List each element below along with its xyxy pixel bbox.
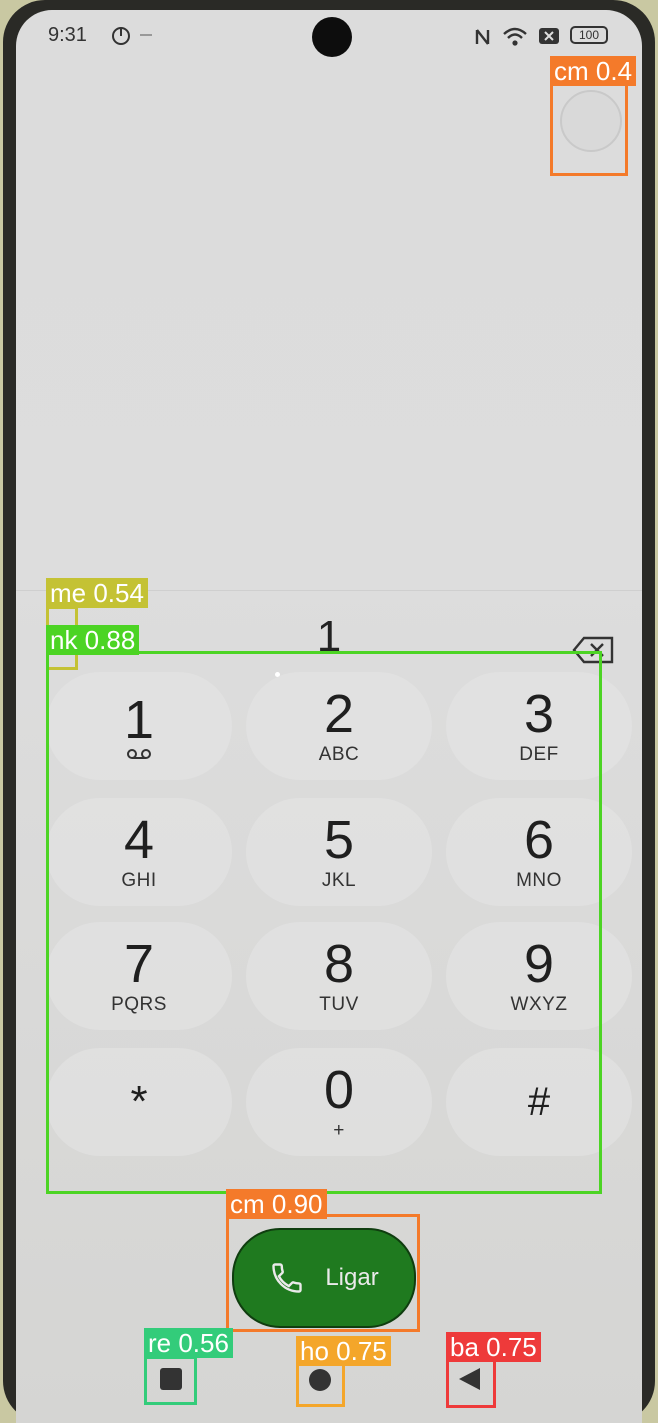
overlay-box-ho [296,1362,345,1407]
overlay-box-re [144,1356,197,1405]
overlay-box-ba [446,1358,496,1408]
overlay-tag-nk: nk 0.88 [46,625,140,655]
nfc-icon [475,29,490,45]
front-camera [312,17,352,57]
overlay-tag-me: me 0.54 [46,578,148,608]
sim-off-icon [539,28,559,44]
overlay-tag-re: re 0.56 [144,1328,233,1358]
overlay-tag-ba: ba 0.75 [446,1332,541,1362]
battery-level: 100 [578,28,600,42]
overlay-tag-cm-call: cm 0.90 [226,1189,327,1219]
status-time: 9:31 [48,24,87,46]
overlay-box-cm-call [226,1214,420,1332]
battery-icon: 100 [570,26,608,44]
wifi-icon [503,27,527,46]
overlay-box-cm-top [550,82,628,176]
overlay-tag-ho: ho 0.75 [296,1336,391,1366]
dash-icon [140,34,152,36]
gauge-icon [112,27,130,45]
overlay-tag-cm-top: cm 0.4 [550,56,637,86]
overlay-box-nk [46,651,602,1194]
